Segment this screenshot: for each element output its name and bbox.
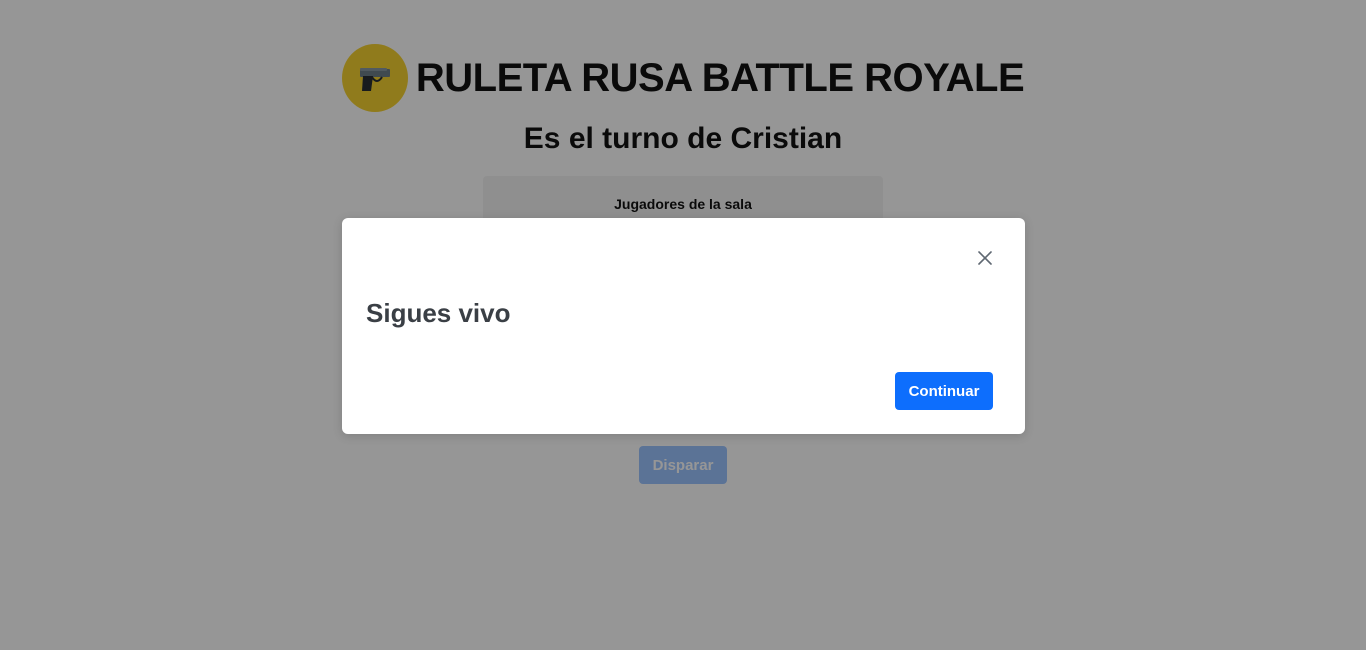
game-page: RULETA RUSA BATTLE ROYALE Es el turno de… bbox=[0, 0, 1366, 650]
modal-title: Sigues vivo bbox=[366, 298, 511, 328]
modal-close-button[interactable] bbox=[975, 248, 995, 268]
continue-button[interactable]: Continuar bbox=[895, 372, 993, 410]
close-icon bbox=[978, 251, 992, 265]
